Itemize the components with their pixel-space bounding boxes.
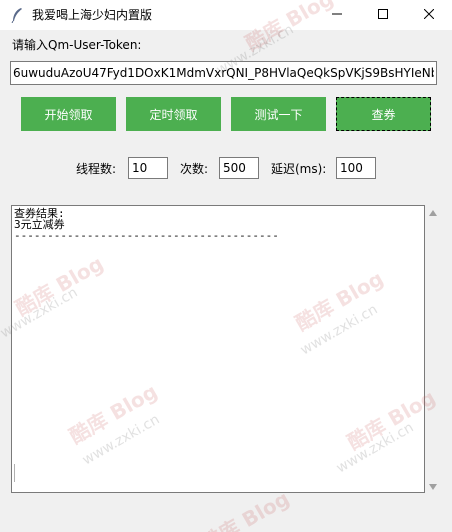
count-input[interactable] [219, 157, 259, 179]
minimize-icon [332, 8, 342, 22]
window-title: 我爱喝上海少妇内置版 [32, 8, 153, 22]
title-bar: 我爱喝上海少妇内置版 [0, 0, 452, 30]
token-input[interactable] [10, 61, 437, 85]
test-button[interactable]: 测试一下 [231, 97, 326, 131]
app-window: 我爱喝上海少妇内置版 请输入Qm-User-Token: 开始领取 定时领取 测… [0, 0, 452, 532]
maximize-icon [378, 8, 388, 22]
delay-label: 延迟(ms): [271, 162, 327, 176]
text-cursor [14, 464, 15, 482]
query-coupon-button[interactable]: 查券 [336, 97, 431, 131]
output-textarea[interactable]: 查券结果: 3元立减券 ----------------------------… [11, 205, 425, 493]
arrow-up-icon [429, 205, 437, 219]
start-claim-button[interactable]: 开始领取 [21, 97, 116, 131]
close-icon [423, 8, 435, 22]
close-button[interactable] [406, 0, 452, 30]
maximize-button[interactable] [360, 0, 406, 30]
count-label: 次数: [180, 162, 209, 176]
delay-input[interactable] [336, 157, 376, 179]
timed-claim-button[interactable]: 定时领取 [126, 97, 221, 131]
output-scrollbar[interactable] [426, 205, 440, 493]
token-label: 请输入Qm-User-Token: [12, 38, 142, 52]
minimize-button[interactable] [314, 0, 360, 30]
feather-icon [10, 7, 24, 24]
threads-input[interactable] [128, 157, 168, 179]
scroll-down-button[interactable] [426, 479, 440, 493]
arrow-down-icon [429, 479, 437, 493]
scroll-up-button[interactable] [426, 205, 440, 219]
threads-label: 线程数: [76, 162, 117, 176]
